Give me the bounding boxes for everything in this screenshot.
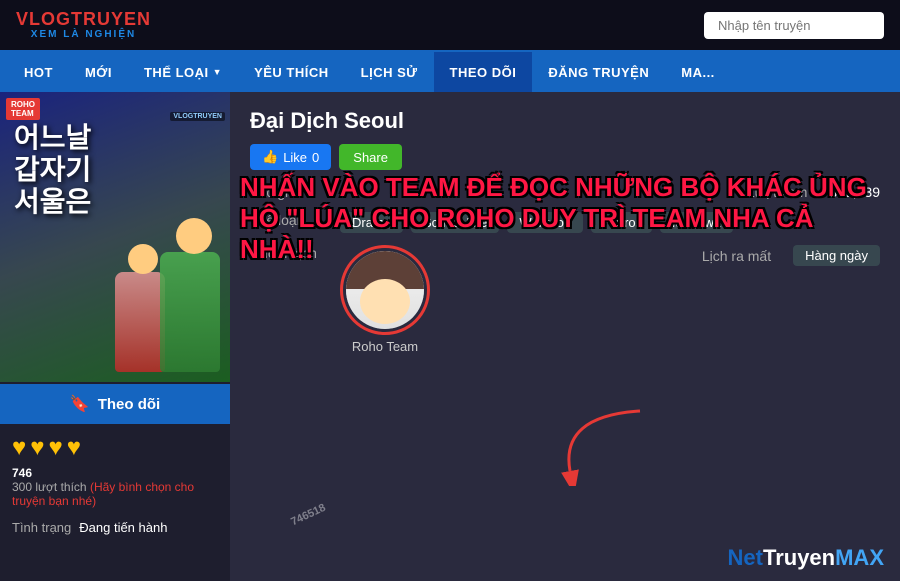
the-loai-row: Thể loại Drama School Life Webtoon Horro… xyxy=(250,212,880,233)
nav-theo-doi[interactable]: THEO DÕI xyxy=(434,52,533,92)
main-content: ROHOTEAM VLOGTRUYEN 어느날갑자기서울은 🔖 Theo dõi… xyxy=(0,92,900,581)
avatar-face xyxy=(346,251,424,329)
tag-manhwa[interactable]: Manhwa xyxy=(660,212,733,233)
nav-hot[interactable]: HOT xyxy=(8,52,69,92)
logo-bottom-text: XEM LÀ NGHIỆN xyxy=(31,29,136,40)
nav-yeu-thich[interactable]: YÊU THÍCH xyxy=(238,52,345,92)
the-loai-label: Thể loại xyxy=(250,212,340,228)
manga-title: Đại Dịch Seoul xyxy=(250,108,880,134)
lich-ra-mat-label: Lịch ra mất xyxy=(702,248,771,264)
search-input[interactable] xyxy=(704,12,884,39)
ticket-watermark: 746518 xyxy=(289,502,327,528)
nav-the-loai-label: THỂ LOẠI xyxy=(144,65,209,80)
nav-moi[interactable]: MỚI xyxy=(69,52,128,92)
avatar-skin xyxy=(360,279,410,324)
tac-gia-label: Tác giả xyxy=(250,184,340,200)
cover-head1 xyxy=(176,218,212,254)
like-button[interactable]: 👍 Like 0 xyxy=(250,144,331,170)
follow-button[interactable]: 🔖 Theo dõi xyxy=(0,384,230,424)
cover-figure1 xyxy=(160,252,220,372)
bookmark-icon: 🔖 xyxy=(70,394,90,414)
nav-more[interactable]: MA... xyxy=(665,52,731,92)
arrow-annotation xyxy=(540,406,660,491)
header: VLOGTRUYEN XEM LÀ NGHIỆN xyxy=(0,0,900,52)
nav-the-loai[interactable]: THỂ LOẠI ▼ xyxy=(128,52,238,92)
thumbs-up-icon: 👍 xyxy=(262,149,278,165)
translator-avatar-circle[interactable] xyxy=(340,245,430,335)
cover-figure2 xyxy=(115,272,165,372)
translator-avatar-inner xyxy=(346,251,424,329)
star-1[interactable]: ♥ xyxy=(12,434,26,462)
manga-detail-panel: Đại Dịch Seoul 👍 Like 0 Share Tác giả Lư… xyxy=(230,92,900,581)
star-4[interactable]: ♥ xyxy=(67,434,81,462)
roho-team-logo: VLOGTRUYEN xyxy=(170,112,225,121)
status-value: Đang tiến hành xyxy=(79,520,167,535)
site-logo[interactable]: VLOGTRUYEN XEM LÀ NGHIỆN xyxy=(16,10,151,41)
star-2[interactable]: ♥ xyxy=(30,434,44,462)
vote-text: 300 lượt thích xyxy=(12,480,87,494)
tag-horror[interactable]: Horror xyxy=(591,212,652,233)
release-badge: Hàng ngày xyxy=(793,245,880,266)
watermark-max: MAX xyxy=(835,545,884,570)
nav-lich-su[interactable]: LỊCH SỬ xyxy=(345,52,434,92)
watermark: NetTruyenMAX xyxy=(728,545,884,571)
translator-name: Roho Team xyxy=(352,339,418,354)
translator-wrapper: Roho Team xyxy=(340,245,430,354)
vote-count: 746 xyxy=(12,466,32,480)
action-buttons: 👍 Like 0 Share xyxy=(250,144,880,170)
follow-label: Theo dõi xyxy=(98,396,161,413)
like-label: Like xyxy=(283,150,307,165)
like-count: 0 xyxy=(312,150,319,165)
tag-drama[interactable]: Drama xyxy=(340,212,403,233)
navigation: HOT MỚI THỂ LOẠI ▼ YÊU THÍCH LỊCH SỬ THE… xyxy=(0,52,900,92)
watermark-net: Net xyxy=(728,545,763,570)
nhom-dich-label: Nhóm dịch xyxy=(250,245,340,261)
nhom-dich-row: Nhóm dịch Roho Team Lịch ra mất xyxy=(250,245,880,354)
sidebar: ROHOTEAM VLOGTRUYEN 어느날갑자기서울은 🔖 Theo dõi… xyxy=(0,92,230,581)
vote-info: 746 300 lượt thích (Hãy bình chọn cho tr… xyxy=(0,464,230,512)
nav-dang-truyen[interactable]: ĐĂNG TRUYỆN xyxy=(532,52,665,92)
cover-head2 xyxy=(128,244,158,274)
tag-school-life[interactable]: School Life xyxy=(411,212,499,233)
rating-stars: ♥ ♥ ♥ ♥ xyxy=(0,424,230,464)
genre-tags: Drama School Life Webtoon Horror Manhwa xyxy=(340,212,733,233)
luot-xem-value: 385,139 xyxy=(829,184,880,200)
chevron-down-icon: ▼ xyxy=(213,67,222,77)
tac-gia-row: Tác giả Lượt xem 385,139 xyxy=(250,184,880,200)
luot-xem-label: Lượt xem xyxy=(747,184,808,200)
status-label: Tình trạng xyxy=(12,520,71,535)
manga-cover: ROHOTEAM VLOGTRUYEN 어느날갑자기서울은 xyxy=(0,92,230,382)
logo-top-text: VLOGTRUYEN xyxy=(16,10,151,30)
cover-korean-text: 어느날갑자기서울은 xyxy=(14,122,91,219)
status-row: Tình trạng Đang tiến hành xyxy=(0,512,230,543)
tag-webtoon[interactable]: Webtoon xyxy=(507,212,583,233)
star-3[interactable]: ♥ xyxy=(49,434,63,462)
share-button[interactable]: Share xyxy=(339,144,402,170)
roho-badge: ROHOTEAM xyxy=(6,98,40,120)
watermark-truyen: Truyen xyxy=(763,545,835,570)
